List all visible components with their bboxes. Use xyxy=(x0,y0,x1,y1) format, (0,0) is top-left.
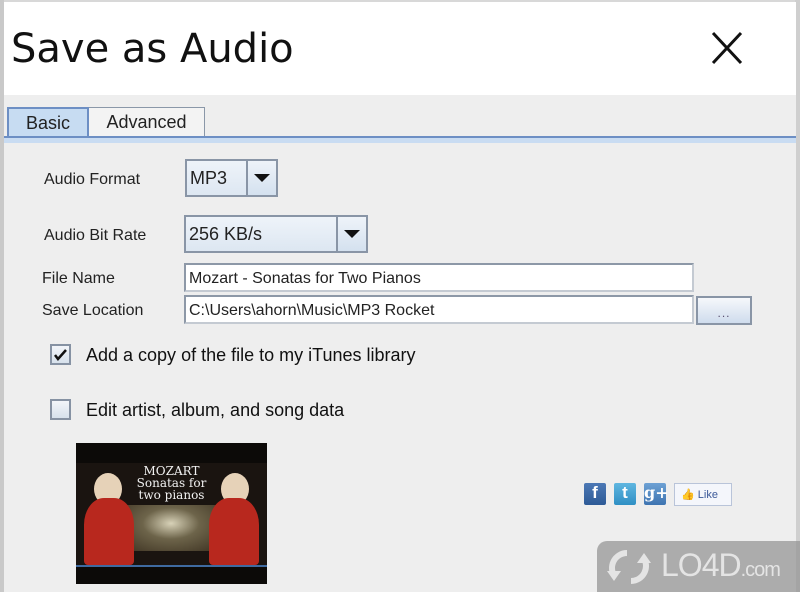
file-name-label: File Name xyxy=(42,270,115,287)
album-figure-left xyxy=(84,498,134,565)
like-label: Like xyxy=(697,489,718,501)
checkmark-icon xyxy=(54,349,67,361)
file-name-input[interactable]: Mozart - Sonatas for Two Pianos xyxy=(184,263,694,292)
save-as-audio-dialog: Save as Audio Basic Advanced Audio Forma… xyxy=(4,2,796,592)
twitter-icon[interactable]: t xyxy=(614,483,636,505)
dialog-title: Save as Audio xyxy=(11,26,294,72)
album-figure-right xyxy=(209,498,259,565)
album-piano xyxy=(121,505,221,551)
audio-format-dropdown[interactable]: MP3 xyxy=(185,159,278,197)
save-location-input[interactable]: C:\Users\ahorn\Music\MP3 Rocket xyxy=(184,295,694,324)
audio-format-value: MP3 xyxy=(187,161,246,195)
thumbs-up-icon: 👍 xyxy=(681,489,695,501)
edit-metadata-checkbox-label[interactable]: Edit artist, album, and song data xyxy=(86,400,344,421)
close-button[interactable] xyxy=(707,29,747,67)
itunes-checkbox[interactable] xyxy=(50,344,71,365)
dialog-titlebar: Save as Audio xyxy=(4,2,796,95)
watermark-suffix: .com xyxy=(740,559,781,581)
like-button[interactable]: 👍 Like xyxy=(674,483,732,506)
tab-bar: Basic Advanced xyxy=(4,95,796,145)
browse-button[interactable]: ... xyxy=(696,296,752,325)
audio-bit-rate-value: 256 KB/s xyxy=(186,217,336,251)
itunes-checkbox-label[interactable]: Add a copy of the file to my iTunes libr… xyxy=(86,345,415,366)
album-title-line3: two pianos xyxy=(138,488,205,502)
watermark-text: LO4D xyxy=(661,547,742,583)
refresh-arrows-icon xyxy=(607,550,651,584)
tab-advanced[interactable]: Advanced xyxy=(89,107,205,138)
audio-bit-rate-label: Audio Bit Rate xyxy=(44,227,147,244)
close-x-icon xyxy=(711,31,743,65)
edit-metadata-checkbox[interactable] xyxy=(50,399,71,420)
album-art-image: MOZART Sonatas for two pianos xyxy=(76,443,267,584)
chevron-down-icon[interactable] xyxy=(246,161,276,195)
audio-bit-rate-dropdown[interactable]: 256 KB/s xyxy=(184,215,368,253)
save-location-label: Save Location xyxy=(42,302,144,319)
watermark-logo: LO4D.com xyxy=(597,541,800,592)
audio-format-label: Audio Format xyxy=(44,171,141,188)
tab-divider-highlight xyxy=(4,138,796,143)
chevron-down-icon[interactable] xyxy=(336,217,366,251)
tab-basic[interactable]: Basic xyxy=(7,107,89,137)
facebook-icon[interactable]: f xyxy=(584,483,606,505)
google-plus-icon[interactable]: g+ xyxy=(644,483,669,505)
